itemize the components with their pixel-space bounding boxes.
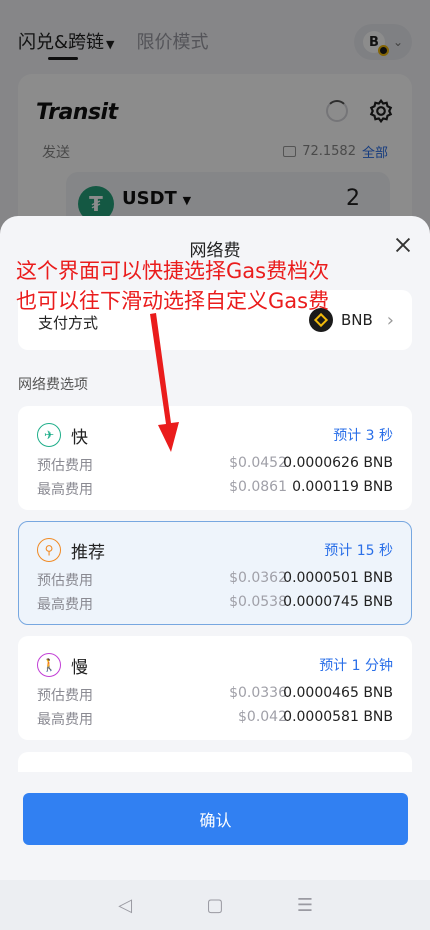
fee-option-name: 慢 xyxy=(71,658,88,678)
max-fee-row: 最高费用 $0.0538 0.0000745 BNB xyxy=(37,594,393,614)
fee-option-slow[interactable]: 🚶 慢 预计 1 分钟 预估费用 $0.0336 0.0000465 BNB 最… xyxy=(18,636,412,740)
max-fee-label: 最高费用 xyxy=(37,482,93,498)
estimated-fee-label: 预估费用 xyxy=(37,458,93,474)
fee-option-eta: 预计 3 秒 xyxy=(333,428,393,444)
estimated-fee-row: 预估费用 $0.0452 0.0000626 BNB xyxy=(37,455,393,475)
estimated-fee-row: 预估费用 $0.0362 0.0000501 BNB xyxy=(37,570,393,590)
annotation-arrow xyxy=(150,313,179,452)
chevron-right-icon: › xyxy=(386,309,394,331)
estimated-fee-bnb: 0.0000501 BNB xyxy=(283,570,393,586)
back-icon[interactable]: ◁ xyxy=(110,895,140,916)
estimated-fee-label: 预估费用 xyxy=(37,573,93,589)
home-icon[interactable]: ▢ xyxy=(200,895,230,916)
estimated-fee-label: 预估费用 xyxy=(37,688,93,704)
fee-option-custom-peek[interactable] xyxy=(18,752,412,772)
fee-option-eta: 预计 15 秒 xyxy=(324,543,393,559)
confirm-button[interactable]: 确认 xyxy=(23,793,408,845)
max-fee-bnb: 0.0000581 BNB xyxy=(283,709,393,725)
estimated-fee-bnb: 0.0000465 BNB xyxy=(283,685,393,701)
max-fee-row: 最高费用 $0.042 0.0000581 BNB xyxy=(37,709,393,729)
max-fee-bnb: 0.0000745 BNB xyxy=(283,594,393,610)
fee-option-name: 推荐 xyxy=(71,543,105,563)
menu-icon[interactable]: ☰ xyxy=(290,895,320,916)
fee-option-eta: 预计 1 分钟 xyxy=(319,658,393,674)
close-icon[interactable] xyxy=(392,234,414,256)
fee-option-recommended[interactable]: ⚲ 推荐 预计 15 秒 预估费用 $0.0362 0.0000501 BNB … xyxy=(18,521,412,625)
max-fee-bnb: 0.000119 BNB xyxy=(292,479,393,495)
annotation-line-1: 这个界面可以快捷选择Gas费档次 xyxy=(16,259,330,283)
max-fee-row: 最高费用 $0.0861 0.000119 BNB xyxy=(37,479,393,499)
max-fee-label: 最高费用 xyxy=(37,712,93,728)
walk-icon: 🚶 xyxy=(37,653,61,677)
max-fee-usd: $0.0861 xyxy=(229,479,287,495)
estimated-fee-usd: $0.0362 xyxy=(229,570,287,586)
network-fee-sheet: 网络费 支付方式 BNB › 这个界面可以快捷选择Gas费档次 也可以往下滑动选… xyxy=(0,216,430,880)
estimated-fee-usd: $0.0336 xyxy=(229,685,287,701)
annotation-text: 这个界面可以快捷选择Gas费档次 也可以往下滑动选择自定义Gas费 xyxy=(16,256,329,316)
fee-option-name: 快 xyxy=(71,428,88,448)
max-fee-usd: $0.0538 xyxy=(229,594,287,610)
system-nav-bar: ◁ ▢ ☰ xyxy=(0,880,430,930)
estimated-fee-usd: $0.0452 xyxy=(229,455,287,471)
estimated-fee-row: 预估费用 $0.0336 0.0000465 BNB xyxy=(37,685,393,705)
fee-options-title: 网络费选项 xyxy=(18,377,88,393)
plane-icon: ✈ xyxy=(37,423,61,447)
bike-icon: ⚲ xyxy=(37,538,61,562)
max-fee-usd: $0.042 xyxy=(238,709,287,725)
max-fee-label: 最高费用 xyxy=(37,597,93,613)
fee-option-fast[interactable]: ✈ 快 预计 3 秒 预估费用 $0.0452 0.0000626 BNB 最高… xyxy=(18,406,412,510)
estimated-fee-bnb: 0.0000626 BNB xyxy=(283,455,393,471)
payment-coin: BNB xyxy=(340,311,373,329)
